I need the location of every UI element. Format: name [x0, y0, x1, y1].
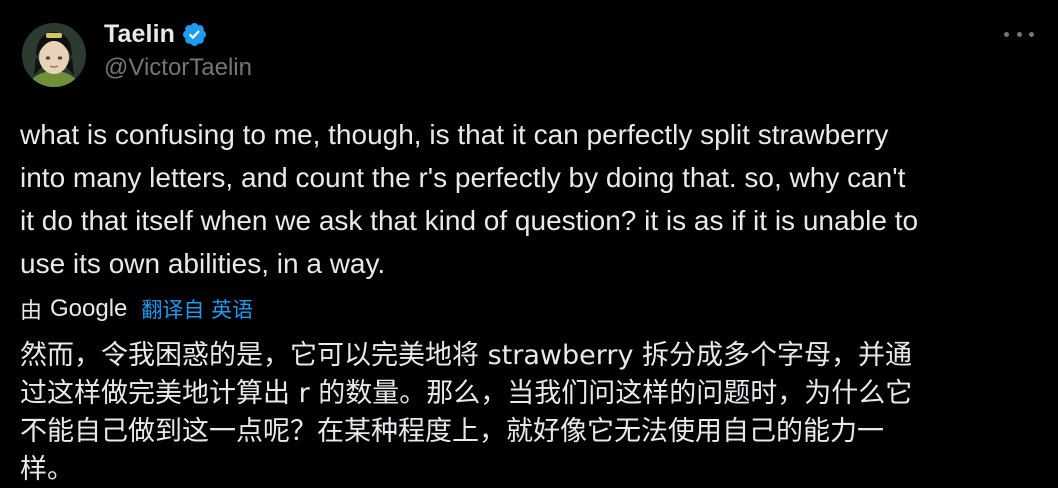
- translation-attribution: 由 Google 翻译自 英语: [20, 292, 253, 326]
- more-horizontal-icon: [1029, 31, 1034, 37]
- author-handle[interactable]: @VictorTaelin: [104, 54, 252, 82]
- author-name-row: Taelin: [104, 17, 208, 51]
- display-name[interactable]: Taelin: [104, 20, 175, 49]
- translation-prefix: 由: [20, 299, 43, 324]
- tweet-card: Taelin @VictorTaelin what is confusing t…: [0, 0, 1058, 488]
- more-horizontal-icon: [1004, 31, 1009, 37]
- avatar[interactable]: [22, 23, 86, 87]
- tweet-text: what is confusing to me, though, is that…: [20, 119, 919, 279]
- verified-badge-icon: [182, 22, 207, 46]
- avatar-icon: [22, 23, 86, 87]
- translated-tweet-text: 然而，令我困惑的是，它可以完美地将 strawberry 拆分成多个字母，并通 …: [20, 340, 913, 485]
- google-logo: Google: [50, 295, 128, 322]
- more-horizontal-icon: [1016, 31, 1022, 37]
- more-options-button[interactable]: [1004, 22, 1034, 46]
- translated-from-link[interactable]: 翻译自 英语: [141, 294, 253, 324]
